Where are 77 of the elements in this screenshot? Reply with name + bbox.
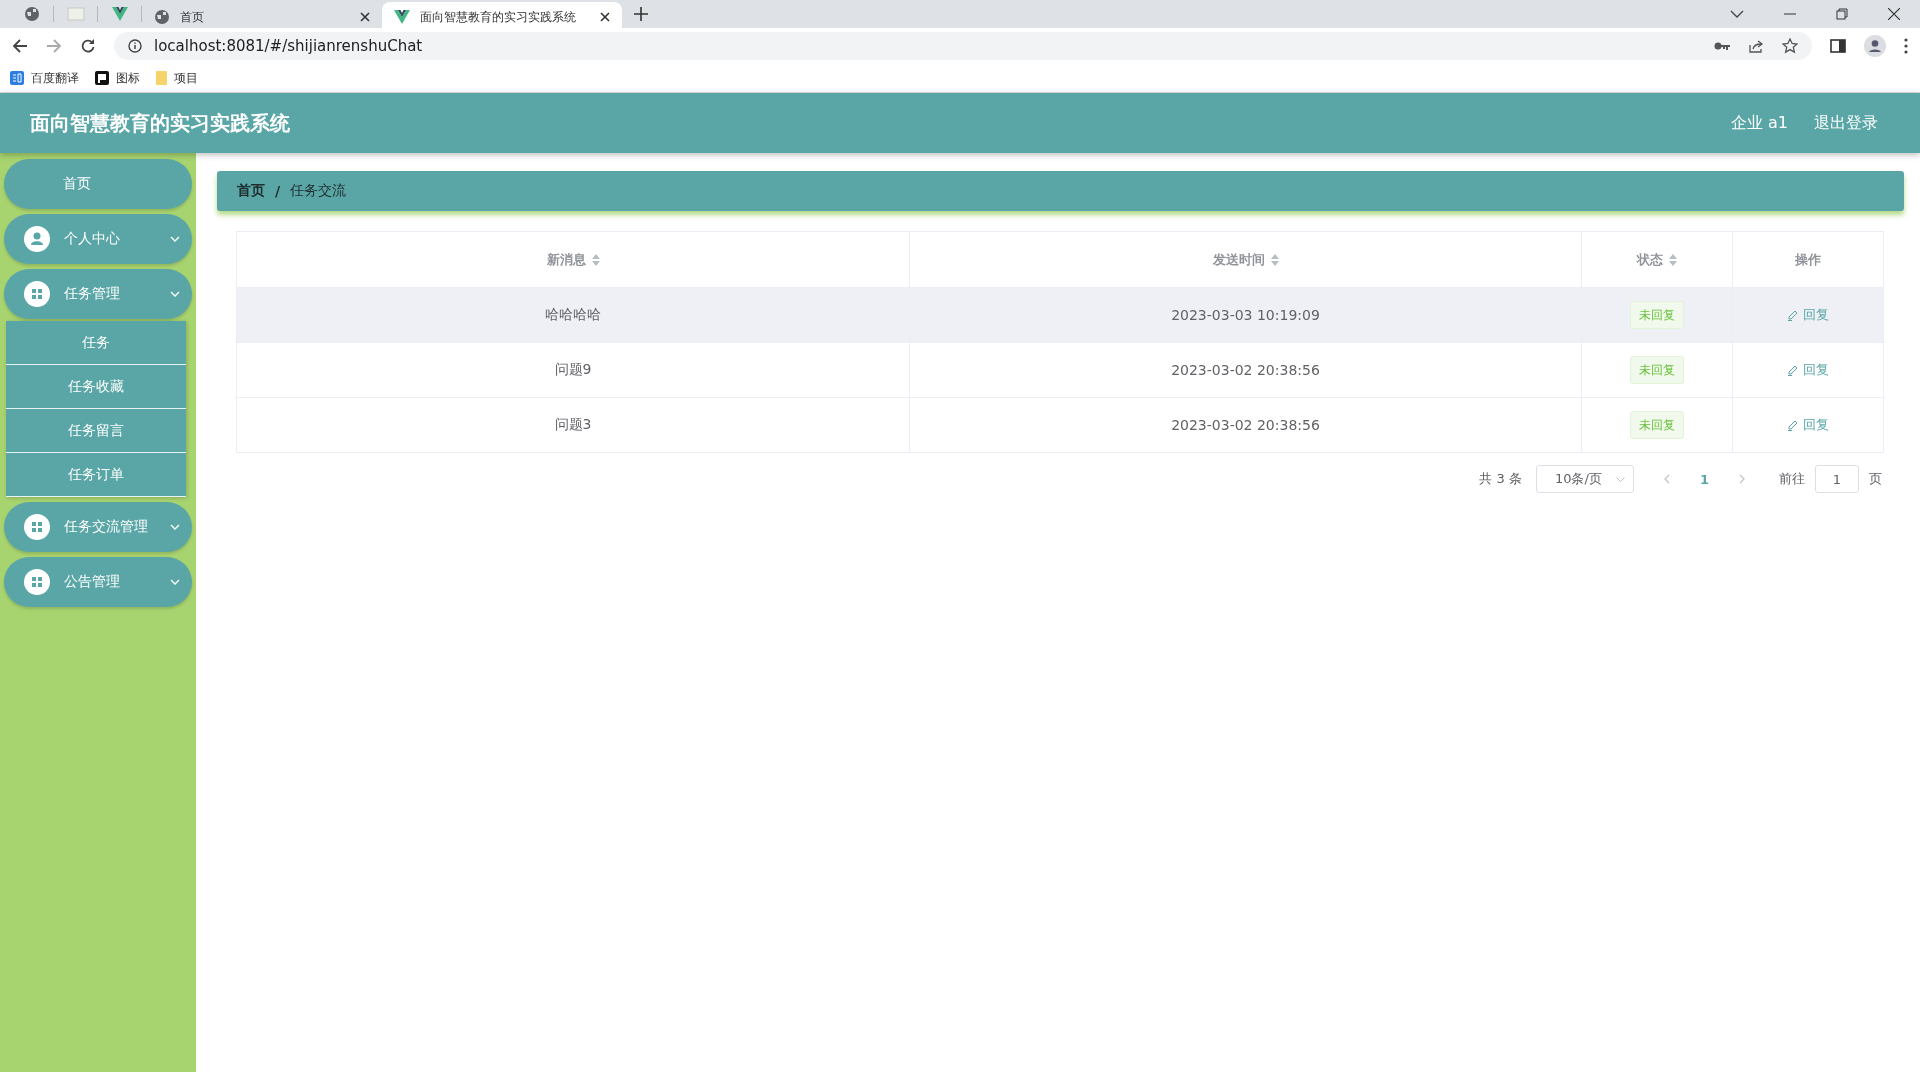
- submenu-item[interactable]: 任务: [6, 321, 186, 365]
- page-suffix: 页: [1869, 470, 1882, 488]
- reply-link[interactable]: 回复: [1787, 306, 1829, 324]
- reply-link[interactable]: 回复: [1787, 361, 1829, 379]
- column-header: 操作: [1732, 231, 1884, 288]
- user-name: 企业 a1: [1730, 112, 1788, 134]
- chevron-icon: [170, 524, 180, 530]
- app-title: 面向智慧教育的实习实践系统: [30, 109, 290, 137]
- folder-icon: [156, 71, 167, 85]
- close-icon[interactable]: [600, 12, 610, 22]
- status-tag: 未回复: [1630, 301, 1684, 329]
- star-icon[interactable]: [1782, 38, 1798, 54]
- close-icon[interactable]: [360, 12, 370, 22]
- new-tab-icon[interactable]: [634, 7, 648, 21]
- v-logo-icon: [111, 7, 128, 21]
- table-cell: 问题3: [236, 397, 910, 453]
- pencil-icon: [1787, 364, 1798, 376]
- user-icon: [24, 226, 50, 252]
- reload-icon[interactable]: [80, 38, 96, 54]
- side-panel-icon[interactable]: [1830, 38, 1846, 54]
- bookmark[interactable]: 图标: [95, 69, 140, 87]
- submenu-item[interactable]: 任务收藏: [6, 365, 186, 409]
- chevron-icon: [170, 579, 180, 585]
- grid-icon: [24, 514, 50, 540]
- grid-icon: [24, 569, 50, 595]
- pencil-icon: [1787, 419, 1798, 431]
- grid-icon: [24, 281, 50, 307]
- table-cell: 2023-03-02 20:38:56: [909, 397, 1582, 453]
- column-header[interactable]: 状态: [1581, 231, 1733, 288]
- close-icon[interactable]: [1888, 8, 1900, 20]
- globe-icon: [23, 6, 40, 22]
- submenu-item[interactable]: 任务订单: [6, 453, 186, 497]
- restore-icon[interactable]: [1836, 8, 1848, 20]
- menu-item[interactable]: 任务管理: [4, 269, 192, 319]
- chevron-icon: [170, 291, 180, 297]
- bookmark[interactable]: 百度翻译: [10, 69, 79, 87]
- browser-tab[interactable]: 首页: [142, 2, 382, 32]
- goto-label: 前往: [1779, 470, 1805, 488]
- status-tag: 未回复: [1630, 356, 1684, 384]
- page-input[interactable]: 1: [1815, 465, 1859, 493]
- table-cell: 哈哈哈哈: [236, 287, 910, 343]
- menu-item[interactable]: 首页: [4, 159, 192, 209]
- pencil-icon: [1787, 309, 1798, 321]
- reply-link[interactable]: 回复: [1787, 416, 1829, 434]
- submenu-item[interactable]: 任务留言: [6, 409, 186, 453]
- breadcrumb-separator: /: [275, 183, 281, 199]
- breadcrumb-item[interactable]: 首页: [237, 182, 265, 200]
- menu-item[interactable]: 任务交流管理: [4, 502, 192, 552]
- column-header[interactable]: 发送时间: [909, 231, 1582, 288]
- profile-icon[interactable]: [1864, 35, 1886, 57]
- table-cell: 2023-03-03 10:19:09: [909, 287, 1582, 343]
- translate-icon: [10, 71, 24, 85]
- key-icon[interactable]: [1714, 41, 1730, 51]
- column-header[interactable]: 新消息: [236, 231, 910, 288]
- total-count: 共 3 条: [1479, 470, 1522, 488]
- chevron-icon: [170, 236, 180, 242]
- share-icon[interactable]: [1748, 38, 1764, 54]
- page-icon: [66, 7, 85, 21]
- v-logo-icon: [394, 10, 410, 24]
- logout-link[interactable]: 退出登录: [1814, 112, 1878, 134]
- address-bar[interactable]: localhost:8081/#/shijianrenshuChat: [114, 32, 1812, 60]
- status-tag: 未回复: [1630, 411, 1684, 439]
- menu-item[interactable]: 公告管理: [4, 557, 192, 607]
- info-icon: [128, 39, 142, 53]
- table-cell: 2023-03-02 20:38:56: [909, 342, 1582, 398]
- menu-item[interactable]: 个人中心: [4, 214, 192, 264]
- flag-icon: [95, 71, 109, 85]
- page-size-select[interactable]: 10条/页: [1535, 465, 1634, 493]
- menu-icon[interactable]: [1904, 38, 1908, 54]
- breadcrumb-item: 任务交流: [290, 182, 347, 200]
- page-number[interactable]: 1: [1699, 471, 1709, 487]
- back-icon[interactable]: [12, 38, 28, 54]
- table-cell: 问题9: [236, 342, 910, 398]
- chevron-down-icon[interactable]: [1730, 10, 1744, 18]
- globe-icon: [154, 9, 170, 25]
- bookmark[interactable]: 项目: [156, 69, 198, 87]
- chevron-icon: [1615, 476, 1625, 482]
